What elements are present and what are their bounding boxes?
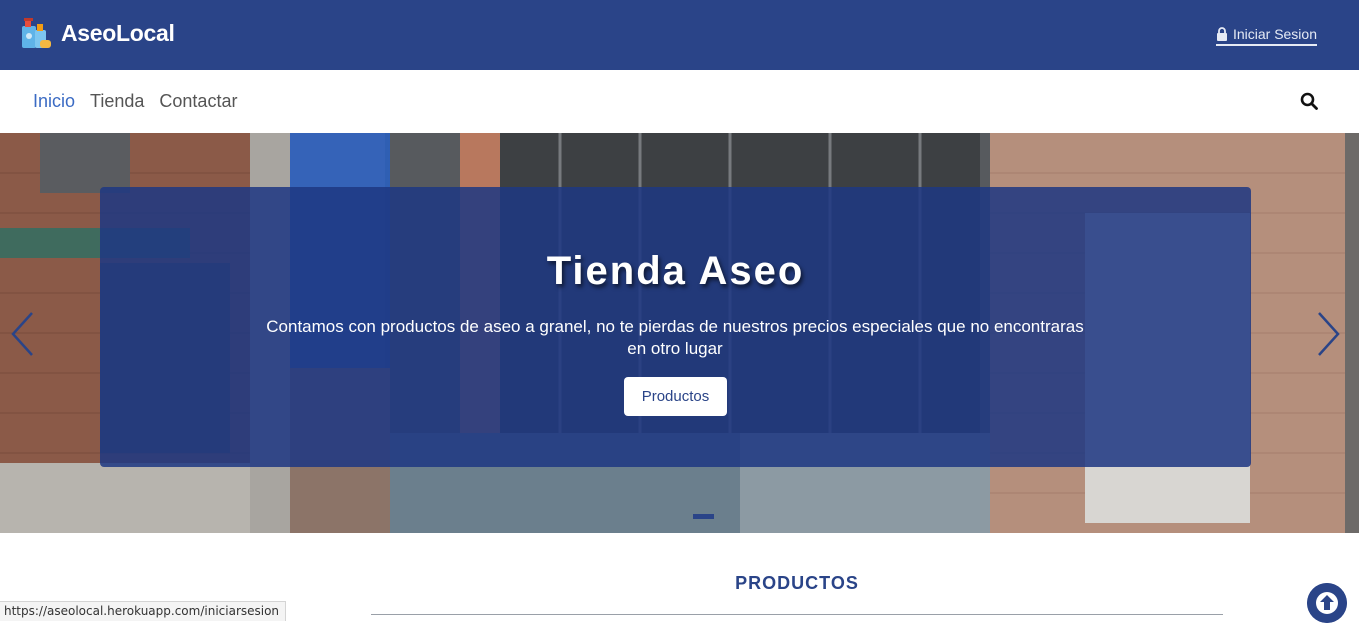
chevron-left-icon[interactable]: [10, 311, 36, 357]
section-divider: [371, 614, 1223, 615]
products-section-title: PRODUCTOS: [735, 573, 859, 593]
products-button[interactable]: Productos: [624, 377, 727, 416]
top-header: AseoLocal Iniciar Sesion: [0, 0, 1359, 70]
login-link[interactable]: Iniciar Sesion: [1215, 26, 1317, 46]
nav-item-inicio[interactable]: Inicio: [33, 91, 75, 112]
hero-title: Tienda Aseo: [546, 249, 805, 293]
main-nav: Inicio Tienda Contactar: [0, 70, 1359, 133]
nav-item-tienda[interactable]: Tienda: [90, 91, 144, 112]
brand[interactable]: AseoLocal: [20, 16, 175, 50]
hero-description: Contamos con productos de aseo a granel,…: [266, 317, 1084, 358]
status-bar-url: https://aseolocal.herokuapp.com/iniciars…: [0, 601, 287, 621]
login-link-label: Iniciar Sesion: [1232, 26, 1317, 42]
lock-icon: [1216, 27, 1227, 41]
search-icon[interactable]: [1300, 92, 1318, 110]
hero-caption-panel: Tienda Aseo Contamos con productos de as…: [100, 187, 1251, 467]
carousel-indicator-active[interactable]: [693, 514, 714, 519]
cleaning-products-logo-icon: [22, 18, 51, 48]
scroll-to-top-button[interactable]: [1307, 583, 1347, 623]
nav-links: Inicio Tienda Contactar: [33, 91, 252, 112]
hero-carousel: Tienda Aseo Contamos con productos de as…: [0, 133, 1359, 533]
brand-name: AseoLocal: [61, 19, 175, 46]
nav-item-contactar[interactable]: Contactar: [159, 91, 237, 112]
chevron-right-icon[interactable]: [1315, 311, 1341, 357]
